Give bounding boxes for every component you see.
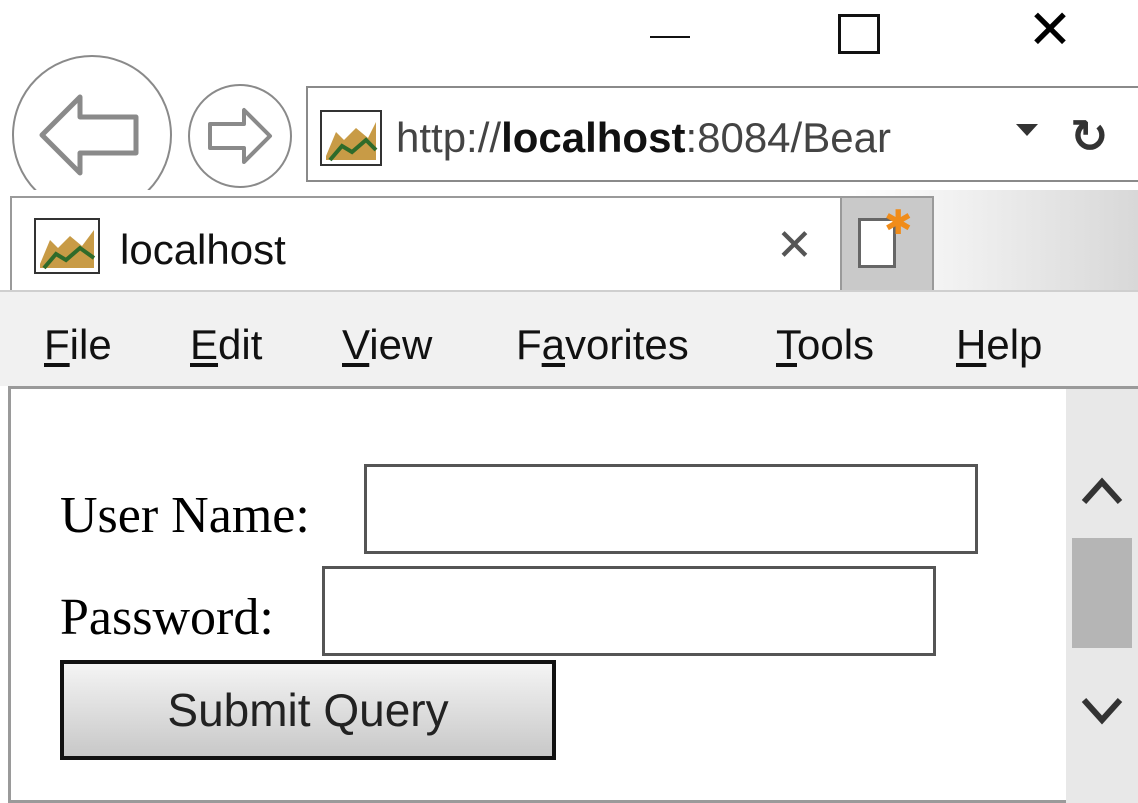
menu-edit[interactable]: Edit bbox=[190, 292, 262, 388]
scroll-up-button[interactable] bbox=[1074, 466, 1130, 516]
menu-file[interactable]: File bbox=[44, 292, 112, 388]
password-input[interactable] bbox=[322, 566, 936, 656]
menu-bar: File Edit View Favorites Tools Help bbox=[0, 290, 1138, 386]
menu-favorites[interactable]: Favorites bbox=[516, 292, 689, 388]
minimize-button[interactable] bbox=[650, 36, 690, 38]
tomcat-favicon-icon bbox=[320, 110, 382, 166]
submit-button[interactable]: Submit Query bbox=[60, 660, 556, 760]
close-window-button[interactable]: ✕ bbox=[1020, 0, 1080, 60]
menu-tools[interactable]: Tools bbox=[776, 292, 874, 388]
tab-close-icon[interactable]: ✕ bbox=[776, 220, 813, 271]
username-label: User Name: bbox=[60, 487, 310, 544]
chevron-up-icon bbox=[1081, 477, 1123, 505]
chevron-down-icon[interactable] bbox=[1016, 124, 1038, 136]
username-input[interactable] bbox=[364, 464, 978, 554]
menu-view[interactable]: View bbox=[342, 292, 432, 388]
forward-button[interactable] bbox=[188, 84, 292, 188]
scroll-down-button[interactable] bbox=[1074, 686, 1130, 736]
address-url[interactable]: http://localhost:8084/Bear bbox=[396, 114, 996, 162]
password-label: Password: bbox=[60, 589, 274, 646]
new-tab-button[interactable]: ✱ bbox=[842, 196, 934, 292]
maximize-button[interactable] bbox=[838, 14, 880, 54]
tab-title: localhost bbox=[120, 226, 286, 273]
scrollbar-thumb[interactable] bbox=[1072, 538, 1132, 648]
new-tab-star-icon: ✱ bbox=[884, 203, 913, 243]
tomcat-favicon-icon bbox=[34, 218, 100, 274]
arrow-right-icon bbox=[208, 108, 272, 164]
chevron-down-icon bbox=[1081, 697, 1123, 725]
menu-help[interactable]: Help bbox=[956, 292, 1042, 388]
refresh-button[interactable]: ↻ bbox=[1070, 106, 1138, 166]
